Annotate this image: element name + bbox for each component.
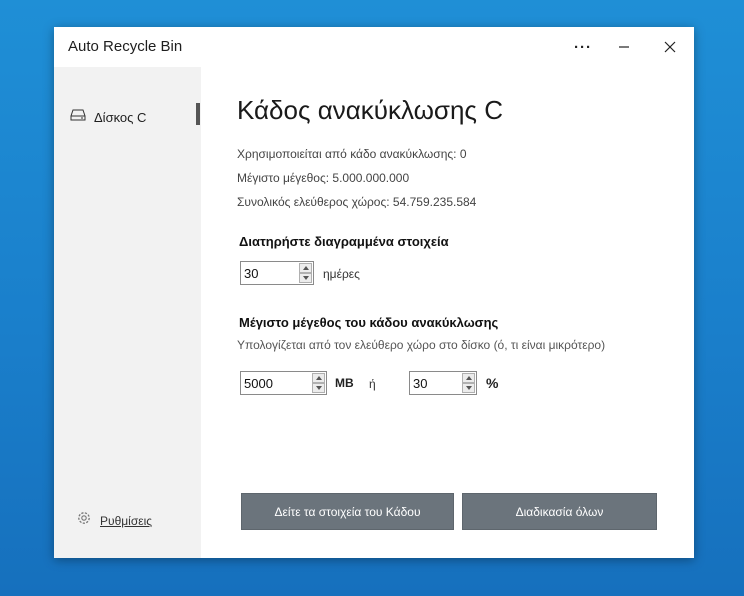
mb-unit: MB — [335, 376, 354, 390]
selection-indicator — [196, 103, 200, 125]
window-title: Auto Recycle Bin — [68, 38, 183, 55]
mb-stepper[interactable]: 5000 — [240, 371, 327, 395]
percent-stepper[interactable]: 30 — [409, 371, 477, 395]
gear-icon — [76, 510, 92, 531]
view-items-button[interactable]: Δείτε τα στοιχεία του Κάδου — [241, 493, 454, 530]
minimize-icon[interactable] — [609, 33, 639, 61]
app-window: Auto Recycle Bin ··· Δίσκος C Ρυθμίσεις … — [54, 27, 694, 558]
max-size-subtitle: Υπολογίζεται από τον ελεύθερο χώρο στο δ… — [237, 338, 606, 352]
decrement-icon[interactable] — [312, 383, 325, 393]
process-all-button[interactable]: Διαδικασία όλων — [462, 493, 657, 530]
increment-icon[interactable] — [299, 263, 312, 273]
settings-link[interactable]: Ρυθμίσεις — [76, 510, 152, 531]
decrement-icon[interactable] — [462, 383, 475, 393]
page-title: Κάδος ανακύκλωσης C — [237, 95, 503, 125]
percent-value[interactable]: 30 — [413, 376, 427, 391]
days-stepper[interactable]: 30 — [240, 261, 314, 285]
increment-icon[interactable] — [312, 373, 325, 383]
keep-items-title: Διατηρήστε διαγραμμένα στοιχεία — [239, 234, 449, 249]
or-label: ή — [369, 377, 376, 391]
more-icon[interactable]: ··· — [568, 33, 598, 61]
used-space-text: Χρησιμοποιείται από κάδο ανακύκλωσης: 0 — [237, 147, 467, 161]
days-unit: ημέρες — [323, 267, 360, 281]
free-space-text: Συνολικός ελεύθερος χώρος: 54.759.235.58… — [237, 195, 477, 209]
main-content: Κάδος ανακύκλωσης C Χρησιμοποιείται από … — [201, 67, 694, 558]
mb-stepper-buttons — [312, 373, 325, 393]
max-size-title: Μέγιστο μέγεθος του κάδου ανακύκλωσης — [239, 315, 499, 330]
sidebar-item-drive-c[interactable]: Δίσκος C — [70, 105, 202, 129]
mb-value[interactable]: 5000 — [244, 376, 273, 391]
days-stepper-buttons — [299, 263, 312, 283]
sidebar-item-label: Δίσκος C — [94, 109, 147, 125]
close-icon[interactable] — [655, 33, 685, 61]
title-bar: Auto Recycle Bin ··· — [54, 27, 694, 67]
percent-stepper-buttons — [462, 373, 475, 393]
increment-icon[interactable] — [462, 373, 475, 383]
days-value[interactable]: 30 — [244, 266, 258, 281]
sidebar: Δίσκος C Ρυθμίσεις — [54, 67, 201, 558]
decrement-icon[interactable] — [299, 273, 312, 283]
percent-unit: % — [486, 375, 499, 391]
drive-icon — [70, 108, 86, 126]
max-size-text: Μέγιστο μέγεθος: 5.000.000.000 — [237, 171, 410, 185]
settings-label: Ρυθμίσεις — [100, 513, 153, 528]
